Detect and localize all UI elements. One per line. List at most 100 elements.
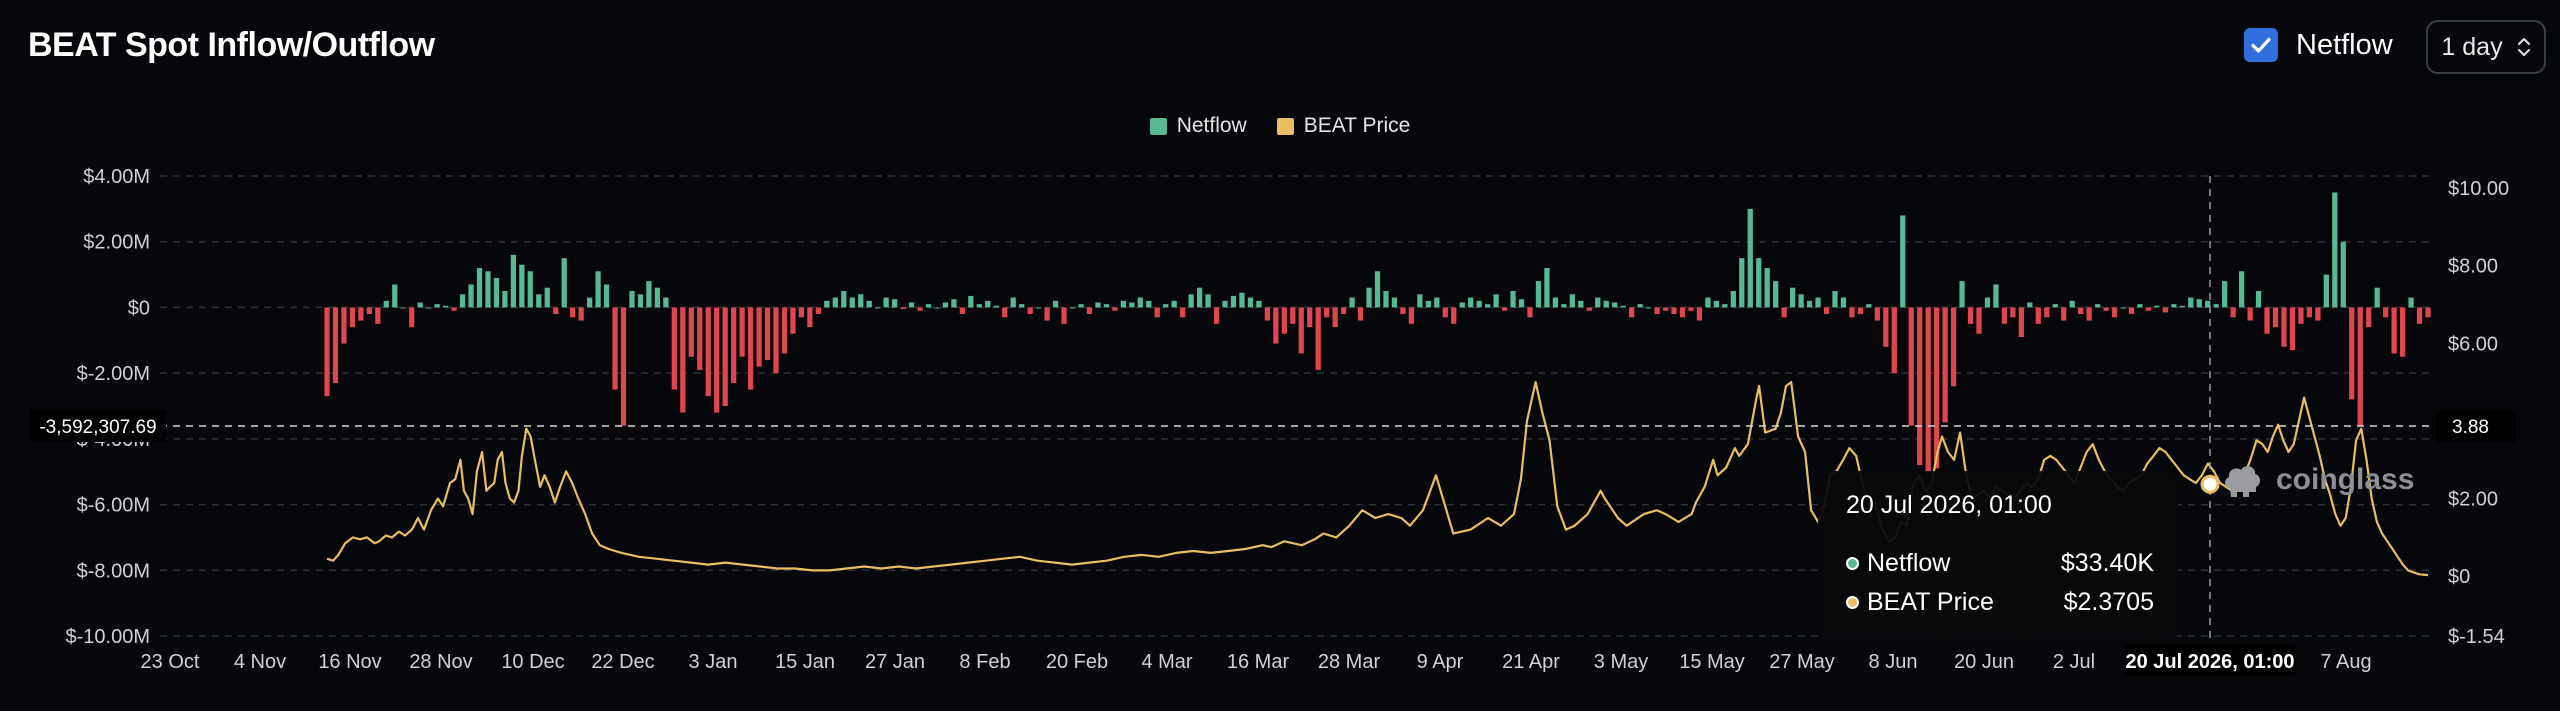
netflow-bar [832,297,838,308]
netflow-bar [612,307,618,390]
netflow-bar [1069,307,1076,309]
netflow-bar [1620,305,1626,308]
netflow-bar [1137,297,1143,308]
netflow-bar [2018,307,2024,337]
y-right-tick-label: $-1.54 [2448,626,2505,648]
netflow-bar [1493,294,1499,308]
netflow-bar [951,299,957,308]
netflow-bar [781,307,788,354]
x-tick-label: 20 Feb [1046,651,1108,673]
netflow-bar [1798,294,1804,308]
netflow-bar [358,307,364,321]
netflow-bar [968,295,974,308]
netflow-bar [2027,302,2033,308]
netflow-bar [527,271,533,308]
x-tick-label: 7 Aug [2320,651,2371,673]
netflow-bar [942,302,949,308]
netflow-bar [2145,307,2152,311]
netflow-bar [875,307,881,309]
netflow-bar [858,294,864,308]
netflow-bar [1840,297,1847,308]
netflow-bar [1290,307,1296,324]
netflow-bar [426,307,432,309]
netflow-bar [1527,307,1533,318]
watermark-text: coinglass [2276,463,2415,496]
chart-tooltip: 20 Jul 2026, 01:00 Netflow $33.40K BEAT … [1818,471,2178,641]
netflow-bar [1213,307,1220,324]
netflow-bar [1281,307,1287,334]
netflow-bar [434,304,440,308]
netflow-bar [2306,307,2313,318]
netflow-bar [756,307,762,367]
netflow-bar [510,254,517,308]
netflow-bar [773,307,779,374]
netflow-bar [2399,307,2406,357]
netflow-bar [807,307,813,328]
netflow-bar [993,305,999,308]
netflow-bar [2069,300,2075,308]
netflow-bar [1425,300,1431,308]
netflow-bar [2366,307,2372,328]
tooltip-value-beat-price: $2.3705 [2063,588,2154,616]
netflow-bar [502,291,508,308]
netflow-bar [1900,215,1906,308]
netflow-bar [341,307,347,344]
netflow-bar [2289,307,2296,351]
netflow-bar [1129,302,1135,308]
netflow-bar [1959,281,1965,308]
netflow-bar [1942,307,1948,423]
netflow-bar [908,302,915,308]
netflow-bar [544,287,550,308]
netflow-bar [663,297,669,308]
netflow-bar [2086,307,2092,321]
netflow-bar [2061,307,2067,321]
netflow-bar [1459,302,1465,308]
netflow-bar [629,291,635,308]
netflow-bar [1756,258,1762,308]
netflow-bar [1095,302,1101,308]
netflow-bar [1205,294,1211,308]
tooltip-value-netflow: $33.40K [2060,549,2154,577]
netflow-bar [1950,307,1957,387]
netflow-bar [1222,300,1228,308]
netflow-bar [417,302,423,308]
netflow-bar [1747,208,1753,308]
netflow-bar [2332,192,2338,308]
netflow-bar [2323,274,2329,308]
netflow-bar [2264,307,2270,334]
netflow-bar [595,271,601,308]
x-tick-label: 15 May [1679,651,1745,673]
x-tick-label: 4 Nov [234,651,286,673]
tooltip-dot-netflow [1846,557,1859,570]
netflow-bar [620,307,627,426]
netflow-bar [1357,307,1364,321]
netflow-bar [900,307,906,310]
netflow-bar [1315,307,1321,370]
netflow-bar [1391,297,1398,308]
netflow-bar [561,258,567,308]
netflow-bar [570,307,576,318]
netflow-bar [2196,299,2202,308]
netflow-bar [654,287,661,308]
netflow-bar [697,307,703,370]
netflow-bar [451,307,457,311]
y-left-tick-label: $-10.00M [66,626,151,648]
netflow-bar [1324,307,1330,318]
netflow-bar [1883,307,1889,347]
netflow-bar [976,304,982,308]
netflow-bar [2222,281,2228,308]
tooltip-date: 20 Jul 2026, 01:00 [1846,491,2052,519]
netflow-bar [332,307,339,383]
netflow-bar [1874,307,1880,321]
netflow-bar [1925,307,1931,472]
netflow-bar [1154,307,1160,318]
netflow-bar [747,307,754,390]
x-tick-label: 16 Nov [318,651,381,673]
netflow-bar [536,294,542,308]
netflow-bar [1171,300,1177,308]
netflow-bar [1654,307,1660,314]
netflow-bar [2408,297,2414,308]
x-tick-label: 10 Dec [501,651,564,673]
x-tick-label: 22 Dec [591,651,654,673]
netflow-bar [824,300,830,308]
